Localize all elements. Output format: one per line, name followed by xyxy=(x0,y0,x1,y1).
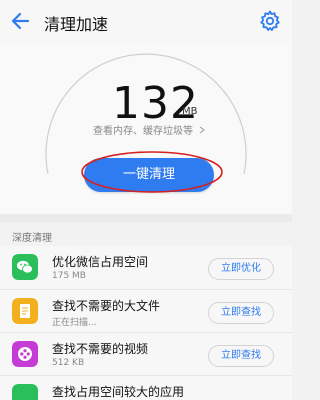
optimize-now-button[interactable]: 立即优化 xyxy=(208,258,274,280)
app-icon xyxy=(12,384,38,400)
item-subtitle: 正在扫描... xyxy=(52,318,97,328)
list-item[interactable]: 查找占用空间较大的应用 xyxy=(0,375,292,400)
item-title: 查找占用空间较大的应用 xyxy=(52,385,185,399)
settings-gear-icon[interactable] xyxy=(258,9,282,33)
section-title: 深度清理 xyxy=(12,233,52,244)
list-item[interactable]: 优化微信占用空间 175 MB 立即优化 xyxy=(0,246,292,289)
view-details-label: 查看内存、缓存垃圾等 xyxy=(93,126,193,137)
item-subtitle: 512 KB xyxy=(52,358,85,368)
item-title: 优化微信占用空间 xyxy=(52,255,149,269)
one-click-clean-button[interactable]: 一键清理 xyxy=(84,158,214,192)
deep-clean-list: 优化微信占用空间 175 MB 立即优化 查找不需要的大文件 正在扫描... 立… xyxy=(0,246,292,400)
find-now-button[interactable]: 立即查找 xyxy=(208,345,274,367)
chevron-right-icon xyxy=(199,126,206,134)
wechat-icon xyxy=(12,254,38,280)
storage-summary: 132 MB 查看内存、缓存垃圾等 一键清理 xyxy=(0,42,292,214)
item-title: 查找不需要的视频 xyxy=(52,342,149,356)
item-title: 查找不需要的大文件 xyxy=(52,299,161,313)
junk-size-unit: MB xyxy=(182,106,198,117)
find-now-button[interactable]: 立即查找 xyxy=(208,302,274,324)
item-subtitle: 175 MB xyxy=(52,271,86,281)
page-title: 清理加速 xyxy=(44,15,109,34)
back-arrow-icon[interactable] xyxy=(8,8,34,34)
video-reel-icon xyxy=(12,341,38,367)
top-bar: 清理加速 xyxy=(0,0,292,42)
list-item[interactable]: 查找不需要的大文件 正在扫描... 立即查找 xyxy=(0,289,292,332)
list-item[interactable]: 查找不需要的视频 512 KB 立即查找 xyxy=(0,332,292,375)
document-icon xyxy=(12,298,38,324)
view-details-link[interactable]: 查看内存、缓存垃圾等 xyxy=(93,122,206,137)
section-divider xyxy=(0,214,292,222)
